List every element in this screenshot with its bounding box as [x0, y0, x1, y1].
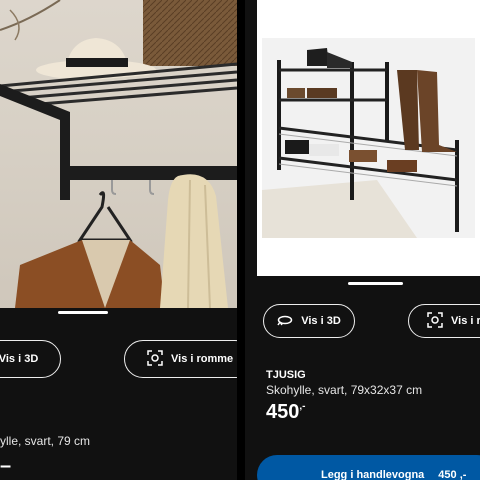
product-image-shoe-rack[interactable]	[257, 0, 480, 276]
panel-divider	[237, 0, 245, 480]
product-price: –	[0, 455, 11, 478]
view-3d-label: Vis i 3D	[301, 315, 341, 327]
carousel-indicator	[58, 311, 108, 314]
add-to-cart-label: Legg i handlevogna	[321, 469, 425, 480]
carousel-indicator	[348, 282, 403, 285]
price-suffix: ,-	[299, 401, 306, 412]
product-card-left: Vis i 3D Vis i romme ylle, svart, 79 cm …	[0, 0, 237, 480]
view-3d-button[interactable]: Vis i 3D	[0, 340, 61, 378]
view-in-room-button[interactable]: Vis i r	[408, 304, 480, 338]
view-in-room-button[interactable]: Vis i romme	[124, 340, 237, 378]
product-description: ylle, svart, 79 cm	[0, 434, 91, 448]
product-image-hat-rack[interactable]	[0, 0, 237, 308]
hat-rack-illustration	[0, 0, 237, 308]
view-3d-label: Vis i 3D	[0, 353, 39, 365]
view-3d-button[interactable]: Vis i 3D	[263, 304, 355, 338]
view-in-room-label: Vis i r	[451, 315, 480, 327]
rotate-3d-icon	[277, 313, 293, 330]
view-in-room-label: Vis i romme	[171, 353, 234, 365]
product-card-right: Vis i 3D Vis i r TJUSIG Skohylle, svart,…	[245, 0, 480, 480]
augmented-reality-icon	[427, 311, 443, 331]
price-value: –	[0, 455, 12, 477]
product-price: 450,-	[266, 401, 305, 424]
add-to-cart-button[interactable]: Legg i handlevogna 450 ,-	[257, 455, 480, 480]
product-name: TJUSIG	[266, 369, 306, 381]
augmented-reality-icon	[147, 349, 163, 369]
add-to-cart-price: 450 ,-	[438, 469, 467, 480]
shoe-rack-illustration	[257, 0, 480, 276]
product-description: Skohylle, svart, 79x32x37 cm	[266, 383, 423, 397]
price-value: 450	[266, 401, 300, 423]
